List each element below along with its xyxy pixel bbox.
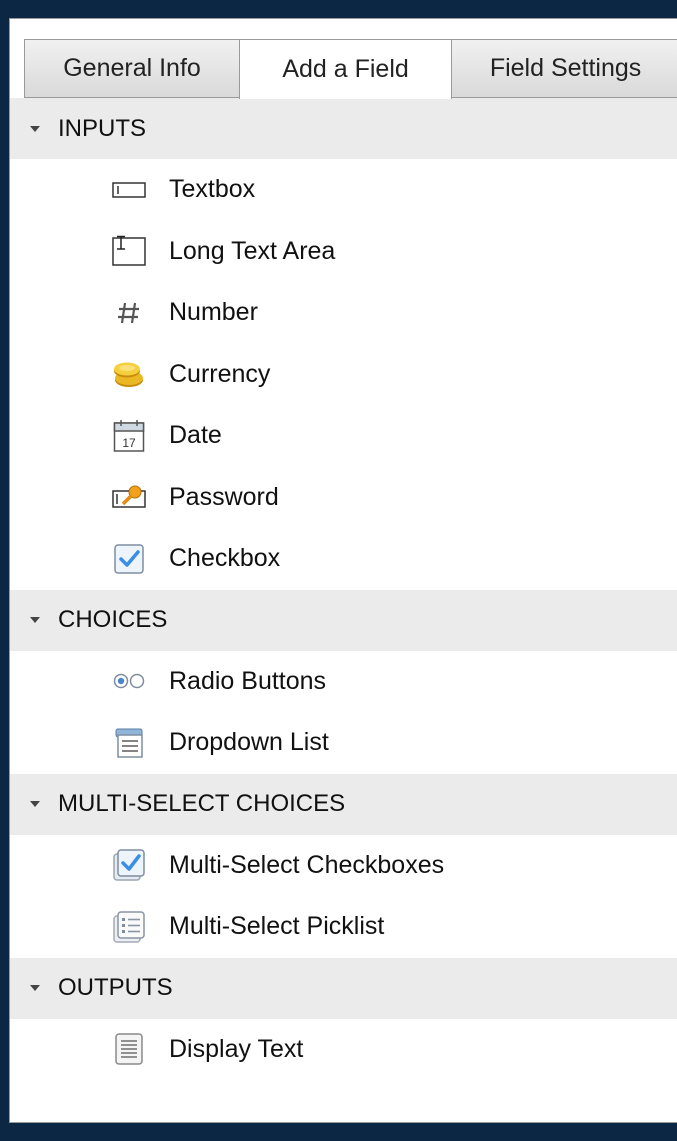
display-text-icon — [111, 1031, 147, 1067]
field-item-label: Textbox — [169, 175, 256, 204]
field-item-label: Checkbox — [169, 544, 281, 573]
collapse-caret-icon — [30, 801, 40, 807]
section-header-inputs[interactable]: INPUTS — [10, 98, 677, 159]
collapse-caret-icon — [30, 617, 40, 623]
tab-field-settings[interactable]: Field Settings — [451, 39, 677, 97]
field-item-label: Date — [169, 421, 222, 450]
field-item-label: Multi-Select Picklist — [169, 912, 385, 941]
field-item-currency[interactable]: Currency — [10, 344, 677, 406]
section-header-multi-select-choices[interactable]: MULTI-SELECT CHOICES — [10, 773, 677, 835]
field-item-label: Multi-Select Checkboxes — [169, 850, 445, 879]
field-item-textbox[interactable]: Textbox — [10, 159, 677, 221]
calendar-icon: 17 — [111, 418, 147, 454]
field-item-label: Dropdown List — [169, 728, 329, 757]
field-item-label: Radio Buttons — [169, 666, 327, 695]
radio-buttons-icon — [111, 663, 147, 699]
field-item-dropdown-list[interactable]: Dropdown List — [10, 712, 677, 774]
tab-bar: General Info Add a Field Field Settings — [10, 19, 677, 99]
collapse-caret-icon — [30, 985, 40, 991]
collapse-caret-icon — [30, 125, 40, 132]
field-item-label: Number — [169, 298, 258, 327]
field-item-label: Display Text — [169, 1034, 304, 1063]
field-item-number[interactable]: Number — [10, 282, 677, 344]
section-title: MULTI-SELECT CHOICES — [58, 790, 346, 817]
checkbox-icon — [111, 541, 147, 577]
field-item-long-text-area[interactable]: Long Text Area — [10, 221, 677, 283]
section-title: INPUTS — [58, 114, 147, 142]
textbox-icon — [111, 172, 147, 208]
field-item-checkbox[interactable]: Checkbox — [10, 528, 677, 590]
dropdown-list-icon — [111, 725, 147, 761]
section-header-outputs[interactable]: OUTPUTS — [10, 957, 677, 1019]
field-type-list: INPUTS Textbox Long Text Area Number Cur — [10, 98, 677, 1080]
field-item-radio-buttons[interactable]: Radio Buttons — [10, 651, 677, 713]
add-field-panel: General Info Add a Field Field Settings … — [9, 18, 677, 1123]
multi-select-checkboxes-icon — [111, 847, 147, 883]
field-item-display-text[interactable]: Display Text — [10, 1019, 677, 1081]
section-title: CHOICES — [58, 606, 168, 633]
section-title: OUTPUTS — [58, 974, 173, 1001]
field-item-password[interactable]: Password — [10, 467, 677, 529]
tab-add-a-field[interactable]: Add a Field — [239, 39, 453, 99]
section-header-choices[interactable]: CHOICES — [10, 589, 677, 651]
field-item-date[interactable]: 17 Date — [10, 405, 677, 467]
field-item-label: Long Text Area — [169, 236, 336, 265]
password-icon — [111, 479, 147, 515]
currency-icon — [111, 356, 147, 392]
svg-text:17: 17 — [122, 436, 136, 450]
field-item-multi-select-checkboxes[interactable]: Multi-Select Checkboxes — [10, 835, 677, 897]
field-item-label: Currency — [169, 359, 271, 388]
long-text-area-icon — [111, 233, 147, 269]
number-icon — [111, 295, 147, 331]
field-item-label: Password — [169, 482, 279, 511]
multi-select-picklist-icon — [111, 909, 147, 945]
tab-general-info[interactable]: General Info — [24, 39, 241, 97]
field-item-multi-select-picklist[interactable]: Multi-Select Picklist — [10, 896, 677, 958]
